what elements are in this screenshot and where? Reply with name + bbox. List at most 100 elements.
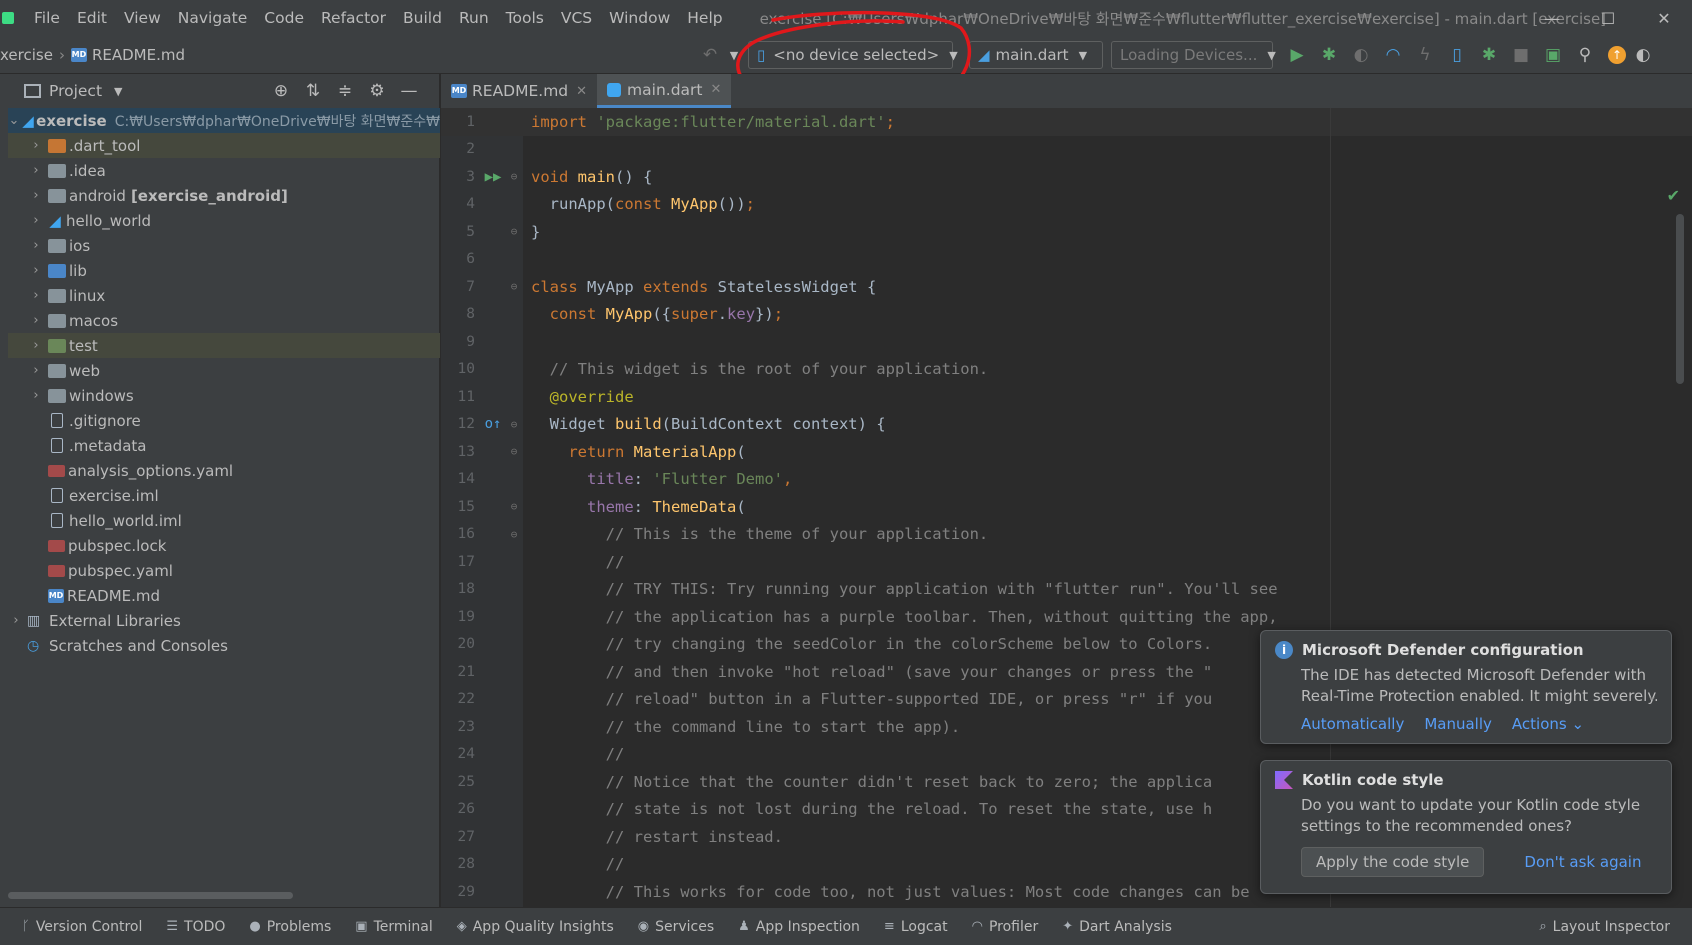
logcat-tool[interactable]: ≡ Logcat [884,919,948,935]
device-selector[interactable]: ▯ <no device selected> ▼ [748,41,958,69]
automatically-link[interactable]: Automatically [1301,715,1404,733]
tree-item-readme[interactable]: MD README.md [8,583,440,608]
tree-item-pubspec-lock[interactable]: pubspec.lock [8,533,440,558]
chevron-right-icon[interactable]: › [28,313,44,328]
code-line[interactable]: 6 [441,246,1692,274]
fold-icon[interactable]: ⊖ [505,500,523,513]
code-line[interactable]: 1 import 'package:flutter/material.dart'; [441,108,1692,136]
code-line[interactable]: 12 o↑ ⊖ Widget build(BuildContext context)… [441,411,1692,439]
code-line[interactable]: 8 const MyApp({super.key}); [441,301,1692,329]
expand-all-icon[interactable]: ⇅ [297,81,329,101]
chevron-right-icon[interactable]: › [28,163,44,178]
chevron-right-icon[interactable]: › [28,213,44,228]
tree-item-android[interactable]: › android [exercise_android] [8,183,440,208]
menu-tools[interactable]: Tools [506,9,544,27]
profiler-tool[interactable]: ◠ Profiler [972,919,1039,935]
code-line[interactable]: 9 [441,328,1692,356]
code-line[interactable]: 2 [441,136,1692,164]
profile-icon[interactable]: ◠ [1377,41,1409,69]
problems-tool[interactable]: ● Problems [249,919,331,935]
horizontal-scrollbar[interactable] [8,892,293,899]
apply-changes-icon[interactable]: ▯ [1441,41,1473,69]
tree-item-gitignore[interactable]: .gitignore [8,408,440,433]
actions-dropdown[interactable]: Actions ⌄ [1512,715,1584,733]
code-line[interactable]: 7 ⊖ class MyApp extends StatelessWidget { [441,273,1692,301]
hot-reload-icon[interactable]: ϟ [1409,41,1441,69]
menu-navigate[interactable]: Navigate [178,9,248,27]
tree-item-metadata[interactable]: .metadata [8,433,440,458]
menu-file[interactable]: File [34,9,60,27]
device-manager-icon[interactable]: ▣ [1537,41,1569,69]
menu-refactor[interactable]: Refactor [321,9,386,27]
collapse-all-icon[interactable]: ≑ [329,81,361,101]
code-line[interactable]: 17 // [441,548,1692,576]
close-window-button[interactable]: ✕ [1636,9,1692,28]
services-tool[interactable]: ◉ Services [638,919,714,935]
menu-window[interactable]: Window [609,9,670,27]
breadcrumb-project[interactable]: xercise [0,46,53,64]
fold-icon[interactable]: ⊖ [505,528,523,541]
breadcrumb-file[interactable]: README.md [92,46,185,64]
tree-item-hello-world-iml[interactable]: hello_world.iml [8,508,440,533]
attach-debugger-icon[interactable]: ✱ [1473,41,1505,69]
tree-item-external-libraries[interactable]: › ▥ External Libraries [8,608,440,633]
code-line[interactable]: 14 title: 'Flutter Demo', [441,466,1692,494]
chevron-down-icon[interactable]: ⌄ [1647,689,1657,703]
tree-item-windows[interactable]: › windows [8,383,440,408]
chevron-right-icon[interactable]: › [28,188,44,203]
tree-item-ios[interactable]: › ios [8,233,440,258]
close-icon[interactable]: ✕ [576,84,587,99]
chevron-down-icon[interactable]: ⌄ [8,113,20,128]
tree-item-macos[interactable]: › macos [8,308,440,333]
chevron-right-icon[interactable]: › [8,613,24,628]
code-line[interactable]: 10 // This widget is the root of your ap… [441,356,1692,384]
chevron-right-icon[interactable]: › [28,388,44,403]
code-line[interactable]: 3 ▶▶ ⊖ void main() { [441,163,1692,191]
app-inspection-tool[interactable]: ♟ App Inspection [738,919,860,935]
terminal-tool[interactable]: ▣ Terminal [355,919,432,935]
chevron-right-icon[interactable]: › [28,338,44,353]
app-quality-insights-tool[interactable]: ◈ App Quality Insights [457,919,614,935]
run-icon[interactable]: ▶ [1281,41,1313,69]
menu-build[interactable]: Build [403,9,442,27]
run-gutter-icon[interactable]: ▶▶ [481,169,505,185]
apply-code-style-button[interactable]: Apply the code style [1301,847,1485,877]
tab-readme[interactable]: MD README.md ✕ [441,74,597,108]
fold-icon[interactable]: ⊖ [505,418,523,431]
menu-view[interactable]: View [124,9,161,27]
tab-main-dart[interactable]: main.dart ✕ [597,74,732,108]
tree-item-scratches[interactable]: ◷ Scratches and Consoles [8,633,440,658]
fold-icon[interactable]: ⊖ [505,170,523,183]
fold-icon[interactable]: ⊖ [505,445,523,458]
search-icon[interactable]: ⚲ [1569,41,1601,69]
fold-icon[interactable]: ⊖ [505,280,523,293]
code-line[interactable]: 4 runApp(const MyApp()); [441,191,1692,219]
code-line[interactable]: 5 ⊖} [441,218,1692,246]
locate-icon[interactable]: ⊕ [265,81,297,101]
close-icon[interactable]: ✕ [711,82,722,97]
dont-ask-again-link[interactable]: Don't ask again [1524,853,1641,871]
chevron-right-icon[interactable]: › [28,363,44,378]
update-icon[interactable]: ↑ [1601,41,1633,69]
tree-item-idea[interactable]: › .idea [8,158,440,183]
override-gutter-icon[interactable]: o↑ [481,416,505,432]
fold-icon[interactable]: ⊖ [505,225,523,238]
code-line[interactable]: 11 @override [441,383,1692,411]
code-line[interactable]: 19 // the application has a purple toolb… [441,603,1692,631]
stop-icon[interactable]: ■ [1505,41,1537,69]
tree-item-exercise-iml[interactable]: exercise.iml [8,483,440,508]
chevron-right-icon[interactable]: › [28,288,44,303]
version-control-tool[interactable]: ᚴ Version Control [22,919,142,935]
code-line[interactable]: 15 ⊖ theme: ThemeData( [441,493,1692,521]
chevron-right-icon[interactable]: › [28,138,44,153]
hide-panel-icon[interactable]: — [393,81,425,101]
tree-root-exercise[interactable]: ⌄ ◢ exercise C:₩Users₩dphar₩OneDrive₩바탕 … [8,108,440,133]
tree-item-dart-tool[interactable]: › .dart_tool [8,133,440,158]
menu-run[interactable]: Run [459,9,489,27]
tree-item-analysis-options[interactable]: analysis_options.yaml [8,458,440,483]
dart-analysis-tool[interactable]: ✦ Dart Analysis [1062,919,1172,935]
gear-icon[interactable]: ⚙ [361,81,393,101]
run-config-selector[interactable]: ◢ main.dart ▼ [969,41,1103,69]
minimize-button[interactable]: — [1524,9,1580,28]
tree-item-linux[interactable]: › linux [8,283,440,308]
